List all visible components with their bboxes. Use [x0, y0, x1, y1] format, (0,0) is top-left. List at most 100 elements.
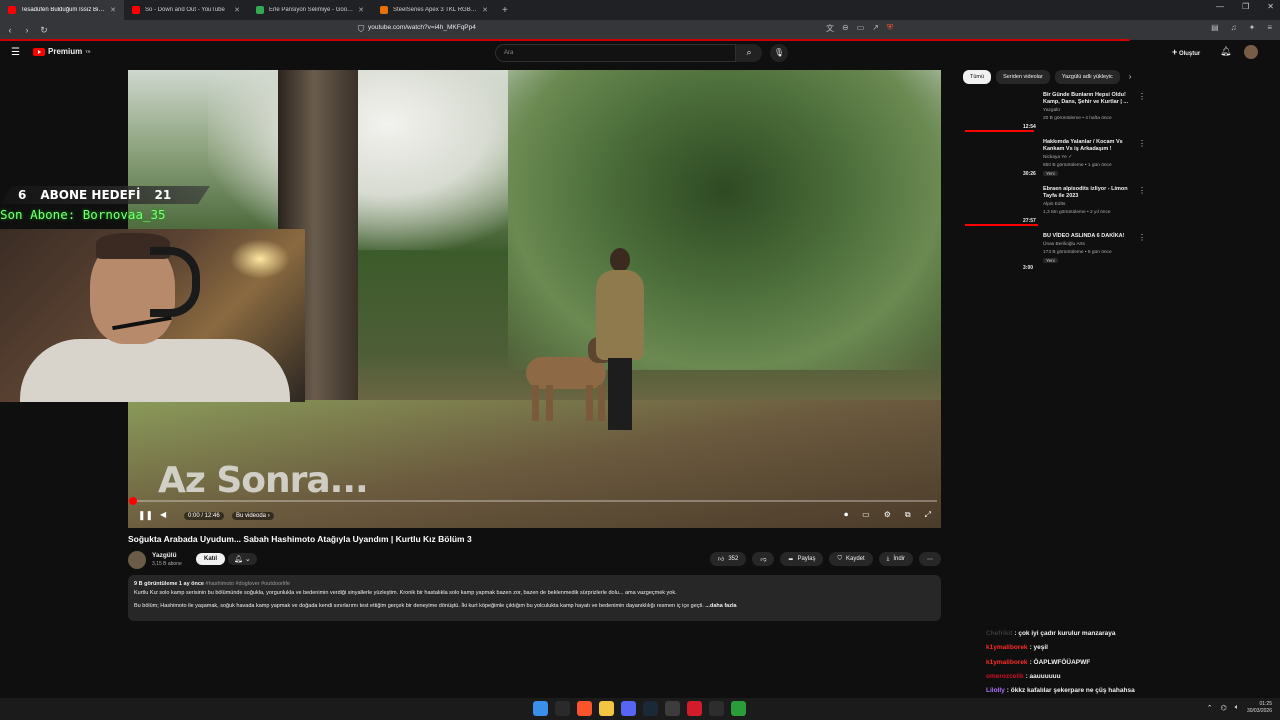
voice-search-button[interactable]: 🎙: [770, 44, 788, 62]
chat-username[interactable]: Chefrikit: [986, 630, 1012, 637]
back-icon[interactable]: ‹: [3, 25, 17, 35]
browser-menu-icon[interactable]: ≡: [1267, 23, 1272, 32]
fullscreen-icon[interactable]: ⤢: [925, 510, 931, 520]
tray-chevron-icon[interactable]: ⌃: [1207, 704, 1213, 712]
chapter-label[interactable]: Bu videoda ›: [232, 512, 274, 520]
recommended-video[interactable]: 12:54 Bir Günde Bunların Hepsi Oldu! Kamp…: [965, 92, 1146, 136]
search-input[interactable]: Ara: [495, 44, 736, 62]
chapter-text: Bu videoda: [236, 513, 267, 519]
chat-username[interactable]: omerozcelik: [986, 673, 1024, 680]
show-more-link[interactable]: ...daha fazla: [705, 603, 736, 609]
browser-tab[interactable]: So - Down and Out - YouTube ✕: [124, 0, 248, 20]
hamburger-menu-icon[interactable]: ☰: [11, 47, 20, 58]
search-button[interactable]: ⌕: [736, 44, 762, 62]
settings-icon[interactable]: [665, 701, 680, 716]
media-icon[interactable]: ♫: [1231, 23, 1237, 32]
download-button[interactable]: ⤓ İndir: [878, 552, 913, 566]
autoplay-icon[interactable]: ⏺: [844, 510, 848, 520]
recommended-video[interactable]: 27:57 Ebraen alpisodits izliyor - Limon T…: [965, 186, 1146, 230]
close-window-icon[interactable]: ✕: [1267, 2, 1274, 11]
reload-icon[interactable]: ↻: [37, 25, 51, 36]
xbox-icon[interactable]: [731, 701, 746, 716]
channel-avatar[interactable]: [128, 551, 146, 569]
network-icon[interactable]: ⌬: [1221, 704, 1227, 712]
pause-icon[interactable]: ❚❚: [138, 510, 153, 521]
search-icon[interactable]: [555, 701, 570, 716]
brave-icon[interactable]: [577, 701, 592, 716]
more-vert-icon[interactable]: ⋮: [1138, 233, 1146, 242]
recommended-channel[interactable]: Ünas Berilioğlu Arts: [1043, 242, 1085, 247]
recommended-video[interactable]: 30:26 Hakkımda Yalanlar / Kocam Vs Kankam…: [965, 139, 1146, 183]
zoom-icon[interactable]: ⊖: [842, 23, 849, 34]
chat-message: k1ymaliborek: yeşil: [986, 644, 1276, 658]
clock[interactable]: 01:25 30/03/2026: [1247, 701, 1272, 715]
chat-username[interactable]: Lilolly: [986, 687, 1005, 694]
dislike-button[interactable]: 👎︎: [752, 552, 775, 566]
tab-close-icon[interactable]: ✕: [234, 6, 240, 14]
sidebar-toggle-icon[interactable]: ▤: [1211, 23, 1219, 32]
more-vert-icon[interactable]: ⋮: [1138, 186, 1146, 195]
minimize-icon[interactable]: —: [1216, 2, 1224, 11]
opera-icon[interactable]: [687, 701, 702, 716]
recommended-title[interactable]: Ebraen alpisodits izliyor - Limon Tayfa …: [1043, 186, 1135, 200]
share-icon[interactable]: ↗: [872, 23, 879, 34]
chips-next-icon[interactable]: ›: [1129, 70, 1132, 84]
discord-icon[interactable]: [621, 701, 636, 716]
tab-close-icon[interactable]: ✕: [358, 6, 364, 14]
hashtags[interactable]: #hashimoto #doglover #outdoorlife: [206, 581, 290, 587]
extensions-icon[interactable]: ✦: [1249, 23, 1256, 32]
video-duration: 3:00: [1023, 265, 1034, 271]
recommended-channel[interactable]: Yazgülü: [1043, 108, 1060, 113]
tab-close-icon[interactable]: ✕: [110, 6, 116, 14]
chat-text: : ÖAPLWFÖÜAPWF: [1029, 658, 1091, 666]
volume-tray-icon[interactable]: 🔈︎: [1235, 704, 1239, 712]
like-button[interactable]: 👍︎ 352: [710, 552, 747, 566]
youtube-logo[interactable]: Premium TR: [33, 47, 91, 56]
obs-icon[interactable]: [709, 701, 724, 716]
user-avatar[interactable]: [1244, 45, 1258, 59]
browser-tab[interactable]: Erle Pansiyon Selimiye - Google Haritala…: [248, 0, 372, 20]
filter-chip[interactable]: Tümü: [963, 70, 992, 84]
translate-icon[interactable]: 文: [826, 23, 834, 34]
steam-icon[interactable]: [643, 701, 658, 716]
channel-name[interactable]: Yazgülü: [152, 552, 177, 559]
forward-icon[interactable]: ›: [20, 25, 34, 35]
recommended-title[interactable]: BU VİDEO ASLINDA 6 DAKİKA!: [1043, 233, 1135, 240]
more-vert-icon[interactable]: ⋮: [1138, 139, 1146, 148]
new-tab-icon[interactable]: +: [496, 5, 514, 16]
bookmark-icon[interactable]: ⛉: [354, 24, 368, 35]
chat-username[interactable]: k1ymaliborek: [986, 644, 1028, 651]
url-field[interactable]: youtube.com/watch?v=i4h_MKFqPp4: [368, 24, 476, 31]
recommended-video[interactable]: 3:00 BU VİDEO ASLINDA 6 DAKİKA! Ünas Beril…: [965, 233, 1146, 277]
file-explorer-icon[interactable]: [599, 701, 614, 716]
notifications-bell-icon[interactable]: 🔔︎: [1220, 46, 1231, 57]
browser-tab[interactable]: SteelSeries Apex 3 TKL RGB Suya ve ✕: [372, 0, 496, 20]
windows-start-icon[interactable]: [533, 701, 548, 716]
seek-knob[interactable]: [129, 497, 137, 505]
maximize-icon[interactable]: ❐: [1242, 2, 1249, 11]
share-button[interactable]: ➦ Paylaş: [780, 552, 824, 566]
filter-chip[interactable]: Yazgülü adlı yükleyic: [1054, 70, 1120, 84]
miniplayer-icon[interactable]: ⧉: [905, 510, 911, 520]
cast-icon[interactable]: ▭: [857, 23, 865, 34]
join-button[interactable]: Katıl: [196, 553, 226, 565]
tab-close-icon[interactable]: ✕: [482, 6, 488, 14]
video-seek-bar[interactable]: [129, 497, 937, 505]
subscription-bell-button[interactable]: 🔔︎ ⌄: [228, 553, 257, 565]
volume-icon[interactable]: ◀︎: [160, 510, 166, 519]
filter-chip[interactable]: Seriden videolar: [996, 70, 1050, 84]
recommended-channel[interactable]: Alpis Edits: [1043, 202, 1065, 207]
save-button[interactable]: ⛉ Kaydet: [829, 552, 873, 566]
recommended-title[interactable]: Bir Günde Bunların Hepsi Oldu! Kamp, Dan…: [1043, 92, 1135, 106]
brave-shield-icon[interactable]: ⛨: [887, 23, 893, 34]
chat-username[interactable]: k1ymaliborek: [986, 659, 1028, 666]
settings-gear-icon[interactable]: ⚙: [884, 510, 891, 520]
create-button[interactable]: + Oluştur: [1172, 47, 1200, 57]
more-actions-button[interactable]: ⋯: [919, 552, 941, 566]
recommended-channel[interactable]: Nickaya Ye ✓: [1043, 155, 1072, 160]
more-vert-icon[interactable]: ⋮: [1138, 92, 1146, 101]
subtitles-icon[interactable]: ▭: [862, 510, 870, 520]
video-description[interactable]: 9 B görüntüleme 1 ay önce #hashimoto #do…: [128, 575, 941, 621]
recommended-title[interactable]: Hakkımda Yalanlar / Kocam Vs Kankam Vs i…: [1043, 139, 1135, 153]
browser-tab[interactable]: Tesadüfen Bulduğum Issız Bir Kı ✕: [0, 0, 124, 20]
